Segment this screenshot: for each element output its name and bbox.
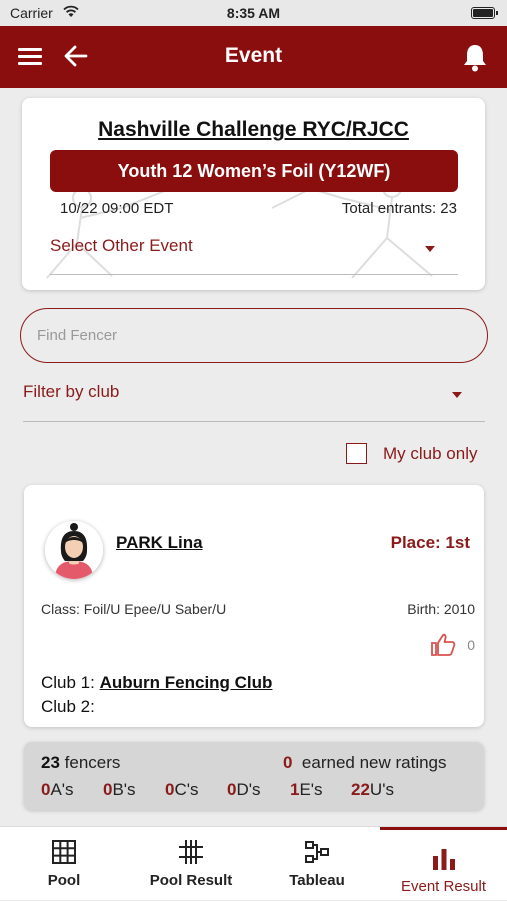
tab-tableau[interactable]: Tableau — [254, 827, 380, 901]
new-ratings-row: 0 earned new ratings — [283, 753, 447, 773]
tab-label: Pool — [47, 872, 81, 889]
rating-label: C's — [174, 780, 199, 799]
total-entrants: Total entrants: 23 — [341, 200, 457, 217]
thumbs-up-icon[interactable] — [430, 633, 456, 657]
tab-pool-result[interactable]: Pool Result — [128, 827, 254, 901]
rating-label: U's — [369, 780, 394, 799]
rating-count: 22 — [351, 780, 370, 799]
find-fencer-input[interactable] — [37, 309, 467, 361]
bar-chart-icon — [432, 849, 455, 870]
bracket-icon — [305, 841, 329, 863]
filter-by-club-dropdown[interactable]: Filter by club — [23, 382, 119, 402]
like-count: 0 — [467, 637, 475, 653]
notification-bell-icon[interactable] — [461, 42, 489, 72]
event-card: Nashville Challenge RYC/RJCC Youth 12 Wo… — [22, 98, 485, 290]
tab-event-result[interactable]: Event Result — [380, 827, 507, 901]
tab-label: Pool Result — [149, 872, 233, 889]
event-datetime: 10/22 09:00 EDT — [60, 200, 174, 217]
app-bar: Event — [0, 26, 507, 88]
rating-b: 0B's — [103, 780, 136, 800]
female-avatar-icon — [45, 521, 103, 579]
class-label: Class: Foil/U Epee/U Saber/U — [41, 601, 227, 617]
fencer-card[interactable]: PARK Lina Place: 1st Class: Foil/U Epee/… — [24, 485, 484, 727]
hash-grid-icon — [179, 840, 203, 864]
divider — [50, 274, 458, 275]
new-ratings-count: 0 — [283, 753, 293, 772]
fencers-count-row: 23 fencers — [41, 753, 120, 773]
club-2-label: Club 2: — [41, 697, 95, 716]
status-bar: Carrier 8:35 AM — [0, 0, 507, 26]
place-label: Place: 1st — [390, 533, 470, 552]
search-field[interactable] — [20, 308, 488, 363]
fencers-count: 23 — [41, 753, 60, 772]
event-stats-panel: 23 fencers 0 earned new ratings 0A's 0B'… — [24, 742, 484, 810]
rating-a: 0A's — [41, 780, 74, 800]
rating-label: A's — [50, 780, 74, 799]
divider — [23, 421, 485, 422]
tab-label: Event Result — [400, 878, 487, 895]
avatar — [45, 521, 103, 579]
select-other-event-dropdown[interactable]: Select Other Event — [50, 236, 193, 256]
battery-icon — [471, 7, 498, 19]
page-title: Event — [224, 44, 283, 67]
tab-label: Tableau — [289, 872, 345, 889]
chevron-down-icon[interactable] — [452, 392, 462, 398]
fencer-name-link[interactable]: PARK Lina — [116, 533, 203, 553]
status-time: 8:35 AM — [226, 5, 281, 21]
club-1-label: Club 1: — [41, 673, 95, 692]
rating-label: D's — [236, 780, 261, 799]
rating-e: 1E's — [290, 780, 323, 800]
club-2-row: Club 2: — [41, 697, 95, 717]
tournament-title[interactable]: Nashville Challenge RYC/RJCC — [22, 118, 485, 142]
chevron-down-icon[interactable] — [425, 246, 435, 252]
rating-u: 22U's — [351, 780, 394, 800]
rating-d: 0D's — [227, 780, 261, 800]
birth-label: Birth: 2010 — [407, 601, 475, 617]
club-1-row: Club 1: Auburn Fencing Club — [41, 673, 272, 693]
rating-label: B's — [112, 780, 136, 799]
new-ratings-label: earned new ratings — [301, 753, 447, 772]
grid-icon — [52, 840, 76, 864]
rating-label: E's — [299, 780, 323, 799]
my-club-only-label[interactable]: My club only — [383, 444, 477, 464]
club-1-link[interactable]: Auburn Fencing Club — [100, 673, 273, 692]
tab-pool[interactable]: Pool — [0, 827, 128, 901]
bottom-tab-bar: Pool Pool Result Tableau Event Result — [0, 826, 507, 900]
rating-c: 0C's — [165, 780, 199, 800]
fencers-label: fencers — [64, 753, 121, 772]
my-club-only-checkbox[interactable] — [346, 443, 367, 464]
event-name-badge: Youth 12 Women’s Foil (Y12WF) — [50, 150, 458, 192]
